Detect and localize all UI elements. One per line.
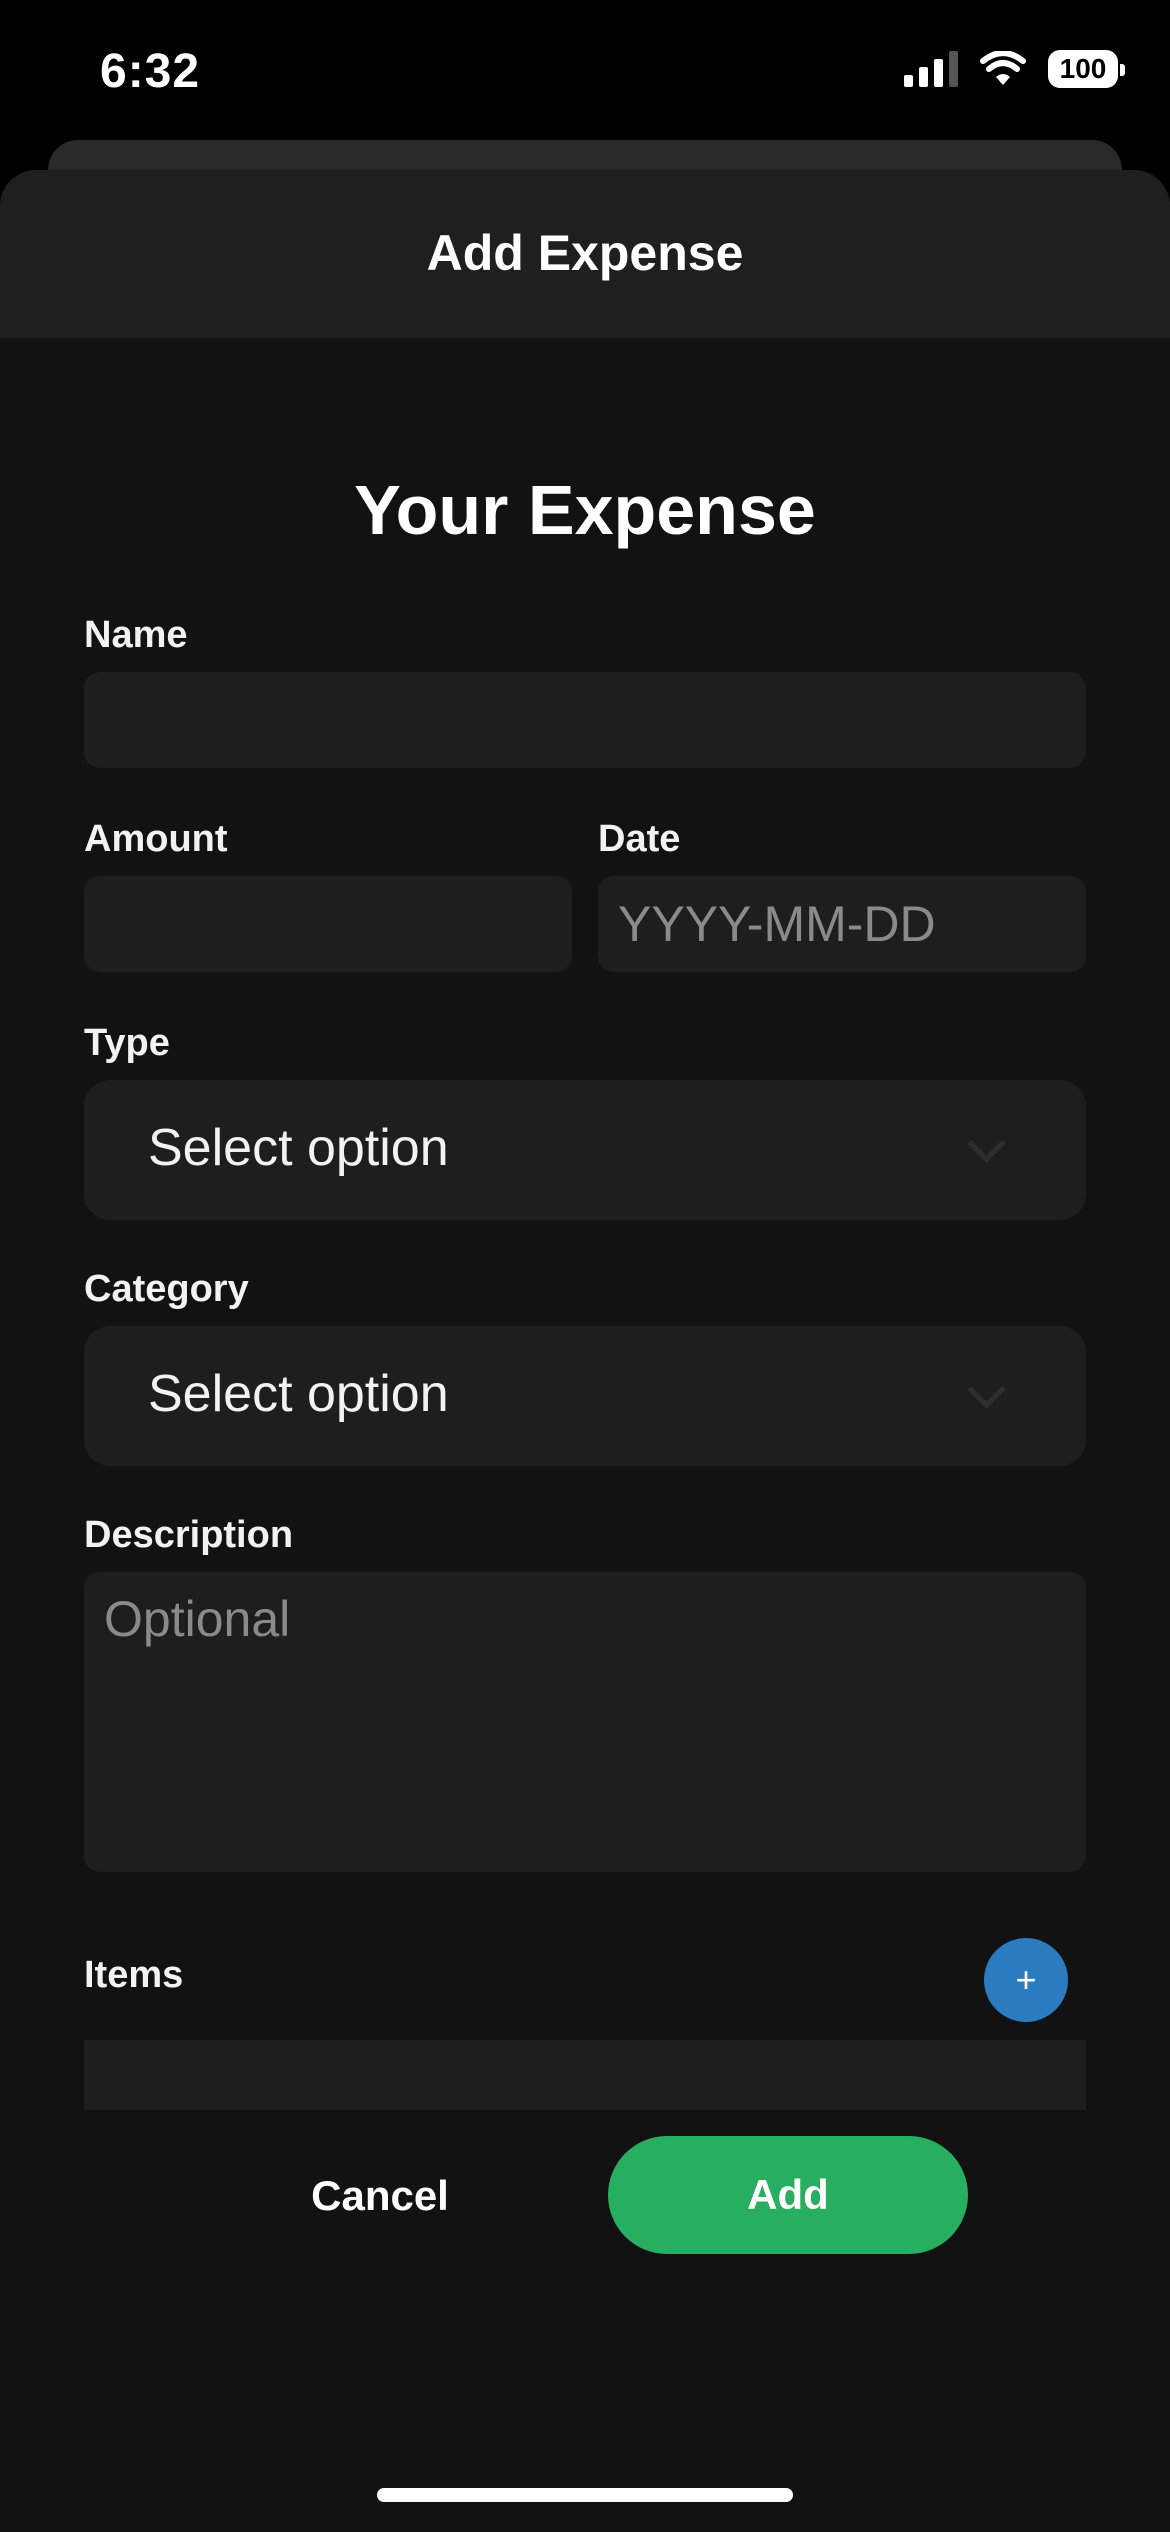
battery-icon: 100 [1048,50,1125,88]
description-input[interactable] [84,1572,1086,1872]
home-indicator [377,2488,793,2502]
status-bar: 6:32 100 [0,0,1170,150]
description-field[interactable] [84,1572,1086,1872]
category-select-value: Select option [148,1365,449,1423]
form-heading: Your Expense [354,471,816,549]
type-select[interactable]: Select option [84,1080,1086,1220]
wifi-icon [980,51,1026,85]
type-select-value: Select option [148,1119,449,1177]
date-input[interactable] [598,876,1086,972]
description-label: Description [84,1514,294,1556]
amount-label: Amount [84,818,228,860]
add-item-button[interactable]: + [984,1938,1068,2022]
type-label: Type [84,1022,170,1064]
name-input[interactable] [84,672,1086,768]
date-field[interactable] [598,876,1086,972]
cancel-button[interactable]: Cancel [270,2146,490,2246]
plus-icon: + [1015,1959,1037,2000]
sheet-title: Add Expense [426,225,744,281]
amount-field[interactable] [84,876,572,972]
status-time: 6:32 [100,45,201,98]
name-field[interactable] [84,672,1086,768]
bottom-action-bar [0,2110,1170,2532]
signal-icon [904,51,958,87]
name-label: Name [84,614,188,656]
category-label: Category [84,1268,249,1310]
items-list [84,2040,1086,2110]
status-icons: 100 [904,50,1125,88]
items-label: Items [84,1954,184,1996]
chevron-down-icon [967,1370,1006,1409]
sheet-header: Add Expense [0,170,1170,338]
add-button[interactable]: Add [608,2136,968,2254]
date-label: Date [598,818,681,860]
chevron-down-icon [967,1124,1006,1163]
amount-input[interactable] [84,876,572,972]
category-select[interactable]: Select option [84,1326,1086,1466]
